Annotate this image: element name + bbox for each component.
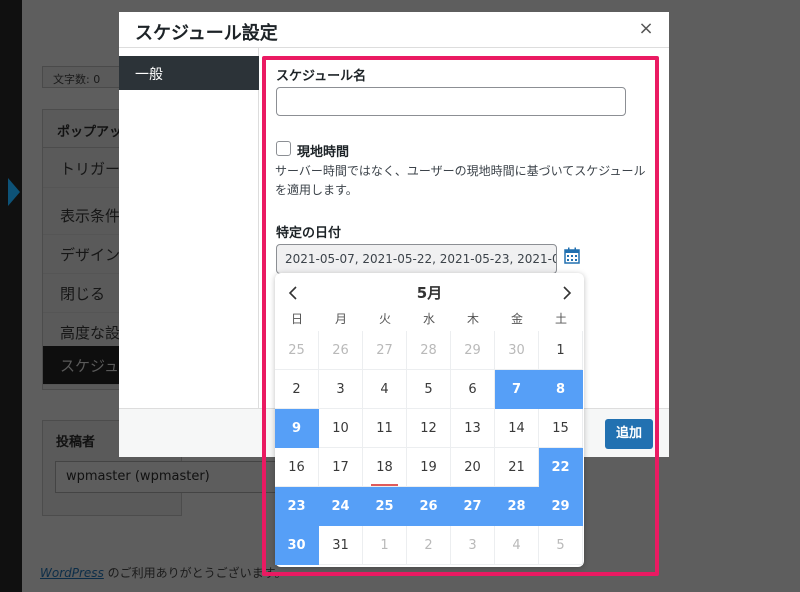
modal-title: スケジュール設定 [135, 23, 278, 44]
tab-general[interactable]: 一般 [119, 56, 259, 90]
current-menu-arrow-icon [8, 178, 20, 206]
modal-header: スケジュール設定 × [119, 12, 669, 48]
close-icon[interactable]: × [635, 18, 657, 40]
highlight-frame [262, 56, 659, 576]
wordpress-link[interactable]: WordPress [40, 566, 104, 580]
author-title: 投稿者 [56, 435, 96, 450]
footer-text: のご利用ありがとうございます。 [103, 566, 287, 580]
admin-sidebar [0, 0, 22, 592]
admin-footer: WordPress のご利用ありがとうございます。 [40, 564, 286, 581]
author-select[interactable]: wpmaster (wpmaster) [55, 461, 287, 493]
modal-sidebar: 一般 [119, 48, 259, 408]
